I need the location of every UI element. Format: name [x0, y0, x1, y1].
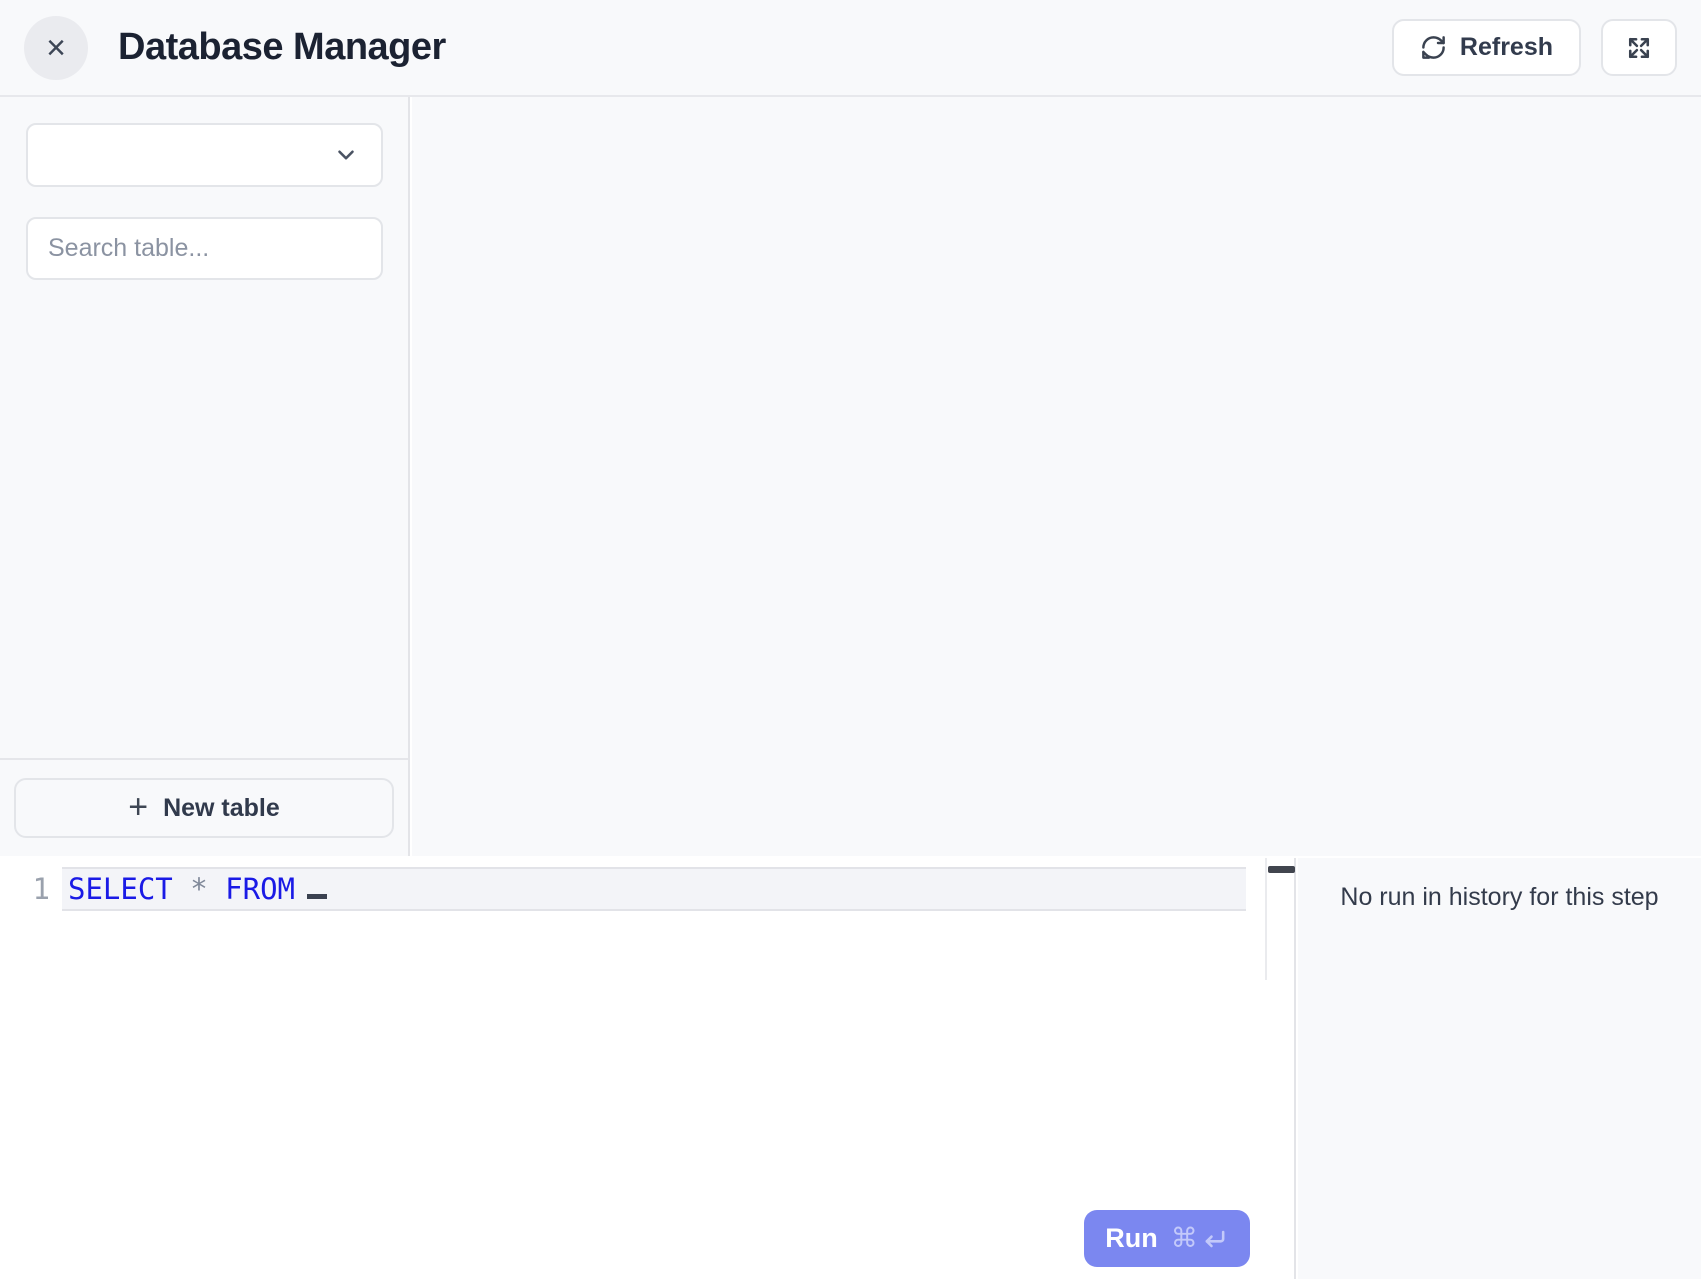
sql-operator-star: * [190, 872, 207, 906]
new-table-button-label: New table [163, 794, 280, 823]
run-button-label: Run [1105, 1223, 1157, 1254]
scrollbar-track [1265, 858, 1267, 980]
database-manager-window: × Database Manager Refresh [0, 0, 1701, 1279]
fullscreen-expand-icon [1625, 34, 1653, 62]
sql-editor[interactable]: 1 SELECT * FROM Run ⌘ [0, 858, 1296, 1279]
scrollbar-thumb[interactable] [1268, 866, 1295, 873]
refresh-button[interactable]: Refresh [1392, 19, 1581, 76]
sql-keyword-select: SELECT [68, 872, 173, 906]
new-table-button[interactable]: + New table [14, 778, 394, 838]
command-key-icon: ⌘ [1171, 1225, 1198, 1252]
editor-active-line[interactable]: SELECT * FROM [62, 867, 1246, 911]
table-dropdown[interactable] [26, 123, 383, 187]
header: × Database Manager Refresh [0, 0, 1701, 97]
history-empty-message: No run in history for this step [1298, 858, 1701, 912]
run-button[interactable]: Run ⌘ [1084, 1210, 1250, 1267]
sidebar-footer: + New table [0, 758, 408, 856]
search-table-input[interactable] [26, 217, 383, 280]
sidebar: + New table [0, 97, 410, 856]
run-shortcut: ⌘ [1171, 1225, 1229, 1253]
sql-keyword-from: FROM [225, 872, 295, 906]
text-cursor [307, 894, 327, 899]
refresh-button-label: Refresh [1460, 33, 1553, 62]
return-key-icon [1201, 1225, 1229, 1253]
refresh-icon [1420, 34, 1447, 61]
plus-icon: + [128, 790, 148, 824]
page-title: Database Manager [118, 26, 446, 69]
run-history-panel: No run in history for this step [1298, 858, 1701, 1279]
close-icon: × [46, 31, 66, 65]
main-content-area [412, 97, 1701, 856]
line-number: 1 [20, 868, 50, 910]
fullscreen-button[interactable] [1601, 19, 1677, 76]
close-button[interactable]: × [24, 16, 88, 80]
chevron-down-icon [333, 142, 359, 168]
